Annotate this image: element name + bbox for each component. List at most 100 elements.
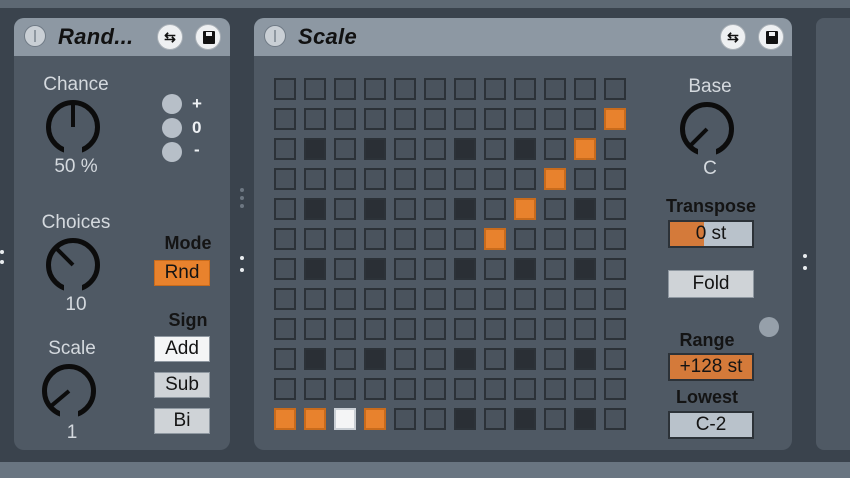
grid-cell[interactable] <box>424 408 446 430</box>
grid-cell[interactable] <box>514 318 536 340</box>
grid-cell[interactable] <box>604 288 626 310</box>
grid-cell[interactable] <box>304 258 326 280</box>
grid-cell[interactable] <box>394 228 416 250</box>
grid-cell[interactable] <box>514 78 536 100</box>
sign-sub-button[interactable]: Sub <box>154 372 210 398</box>
grid-cell[interactable] <box>574 198 596 220</box>
grid-cell[interactable] <box>484 168 506 190</box>
grid-cell[interactable] <box>604 228 626 250</box>
grid-cell[interactable] <box>394 198 416 220</box>
grid-cell[interactable] <box>544 138 566 160</box>
grid-cell[interactable] <box>484 348 506 370</box>
grid-cell[interactable] <box>304 78 326 100</box>
grid-cell[interactable] <box>424 348 446 370</box>
grid-cell[interactable] <box>604 378 626 400</box>
grid-cell[interactable] <box>394 408 416 430</box>
grid-cell[interactable] <box>604 258 626 280</box>
grid-cell[interactable] <box>604 138 626 160</box>
grid-cell[interactable] <box>394 168 416 190</box>
grid-cell[interactable] <box>334 258 356 280</box>
grid-cell[interactable] <box>574 258 596 280</box>
grid-cell[interactable] <box>364 378 386 400</box>
grid-cell[interactable] <box>484 378 506 400</box>
grid-cell[interactable] <box>484 138 506 160</box>
grid-cell[interactable] <box>484 228 506 250</box>
mode-rnd-button[interactable]: Rnd <box>154 260 210 286</box>
grid-cell[interactable] <box>394 288 416 310</box>
grid-cell[interactable] <box>544 408 566 430</box>
grid-cell[interactable] <box>304 408 326 430</box>
grid-cell[interactable] <box>604 108 626 130</box>
grid-cell[interactable] <box>544 378 566 400</box>
save-icon[interactable] <box>758 24 784 50</box>
grid-cell[interactable] <box>454 168 476 190</box>
base-knob[interactable] <box>680 102 734 159</box>
grid-cell[interactable] <box>304 168 326 190</box>
grid-cell[interactable] <box>334 348 356 370</box>
grid-cell[interactable] <box>334 378 356 400</box>
grid-cell[interactable] <box>304 198 326 220</box>
grid-cell[interactable] <box>454 228 476 250</box>
grid-cell[interactable] <box>394 258 416 280</box>
grid-cell[interactable] <box>334 228 356 250</box>
grid-cell[interactable] <box>304 138 326 160</box>
grid-cell[interactable] <box>364 168 386 190</box>
grid-cell[interactable] <box>394 348 416 370</box>
scale-knob[interactable] <box>42 364 96 421</box>
grid-cell[interactable] <box>424 108 446 130</box>
grid-cell[interactable] <box>274 408 296 430</box>
grid-cell[interactable] <box>394 108 416 130</box>
sign-add-button[interactable]: Add <box>154 336 210 362</box>
chance-knob[interactable] <box>46 100 100 157</box>
grid-cell[interactable] <box>574 168 596 190</box>
grid-cell[interactable] <box>334 78 356 100</box>
grid-cell[interactable] <box>574 348 596 370</box>
grid-cell[interactable] <box>334 138 356 160</box>
grid-cell[interactable] <box>514 138 536 160</box>
grid-cell[interactable] <box>334 198 356 220</box>
grid-cell[interactable] <box>334 408 356 430</box>
grid-cell[interactable] <box>274 198 296 220</box>
grid-cell[interactable] <box>304 378 326 400</box>
grid-cell[interactable] <box>454 378 476 400</box>
lowest-field[interactable]: C-2 <box>668 411 754 439</box>
grid-cell[interactable] <box>454 78 476 100</box>
grid-cell[interactable] <box>544 198 566 220</box>
grid-cell[interactable] <box>484 288 506 310</box>
grid-cell[interactable] <box>514 288 536 310</box>
grid-cell[interactable] <box>604 198 626 220</box>
grid-cell[interactable] <box>454 258 476 280</box>
grid-cell[interactable] <box>484 198 506 220</box>
grid-cell[interactable] <box>394 378 416 400</box>
grid-cell[interactable] <box>274 138 296 160</box>
grid-cell[interactable] <box>514 228 536 250</box>
grid-cell[interactable] <box>604 318 626 340</box>
grid-cell[interactable] <box>454 318 476 340</box>
grid-cell[interactable] <box>574 138 596 160</box>
grid-cell[interactable] <box>304 318 326 340</box>
grid-cell[interactable] <box>544 288 566 310</box>
grid-cell[interactable] <box>484 108 506 130</box>
grid-cell[interactable] <box>394 78 416 100</box>
grid-cell[interactable] <box>544 348 566 370</box>
grid-cell[interactable] <box>604 348 626 370</box>
grid-cell[interactable] <box>424 288 446 310</box>
grid-cell[interactable] <box>514 168 536 190</box>
grid-cell[interactable] <box>304 228 326 250</box>
grid-cell[interactable] <box>514 408 536 430</box>
grid-cell[interactable] <box>424 168 446 190</box>
grid-cell[interactable] <box>544 108 566 130</box>
grid-cell[interactable] <box>364 228 386 250</box>
save-icon[interactable] <box>195 24 221 50</box>
grid-cell[interactable] <box>274 318 296 340</box>
grid-cell[interactable] <box>574 288 596 310</box>
grid-cell[interactable] <box>424 258 446 280</box>
transpose-field[interactable]: 0 st <box>668 220 754 248</box>
grid-cell[interactable] <box>274 168 296 190</box>
grid-cell[interactable] <box>484 408 506 430</box>
grid-cell[interactable] <box>544 318 566 340</box>
grid-cell[interactable] <box>424 138 446 160</box>
grid-cell[interactable] <box>454 138 476 160</box>
grid-cell[interactable] <box>454 408 476 430</box>
grid-cell[interactable] <box>364 198 386 220</box>
